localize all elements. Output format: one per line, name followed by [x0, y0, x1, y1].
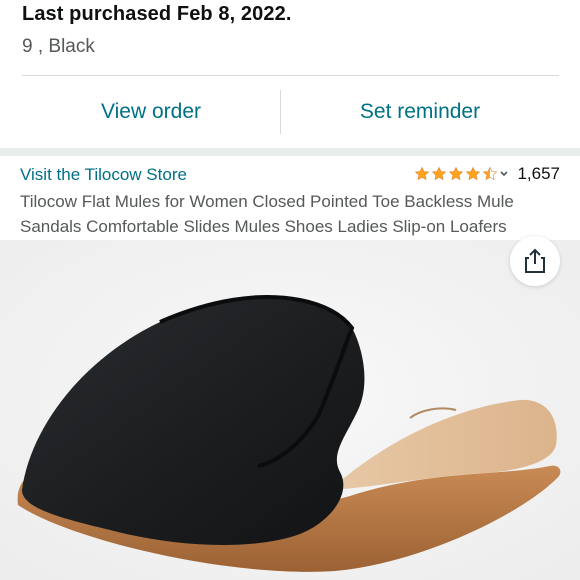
- last-purchased-text: Last purchased Feb 8, 2022.: [22, 3, 292, 25]
- share-button[interactable]: [510, 236, 560, 286]
- set-reminder-button[interactable]: Set reminder: [281, 76, 559, 148]
- star-full-icon: [432, 166, 447, 181]
- star-full-icon: [466, 166, 481, 181]
- rating[interactable]: 1,657: [414, 163, 560, 185]
- star-half-icon: [483, 166, 498, 181]
- product-info: Visit the Tilocow Store 1,657 Tilocow Fl…: [0, 156, 580, 240]
- star-rating: [414, 166, 509, 182]
- star-full-icon: [415, 166, 430, 181]
- product-title[interactable]: Tilocow Flat Mules for Women Closed Poin…: [20, 189, 565, 239]
- product-image-area[interactable]: [0, 240, 580, 580]
- variant-text: 9 , Black: [22, 36, 95, 57]
- order-actions: View order Set reminder: [0, 76, 580, 148]
- purchase-detail-screen: Last purchased Feb 8, 2022. 9 , Black Vi…: [0, 0, 580, 580]
- rating-count: 1,657: [517, 164, 560, 183]
- purchase-header: Last purchased Feb 8, 2022. 9 , Black: [22, 0, 562, 76]
- store-link[interactable]: Visit the Tilocow Store: [20, 165, 187, 185]
- chevron-down-icon: [500, 171, 509, 177]
- view-order-button[interactable]: View order: [22, 76, 280, 148]
- product-image: [0, 240, 580, 580]
- section-separator: [0, 148, 580, 156]
- star-full-icon: [449, 166, 464, 181]
- share-icon: [525, 248, 545, 273]
